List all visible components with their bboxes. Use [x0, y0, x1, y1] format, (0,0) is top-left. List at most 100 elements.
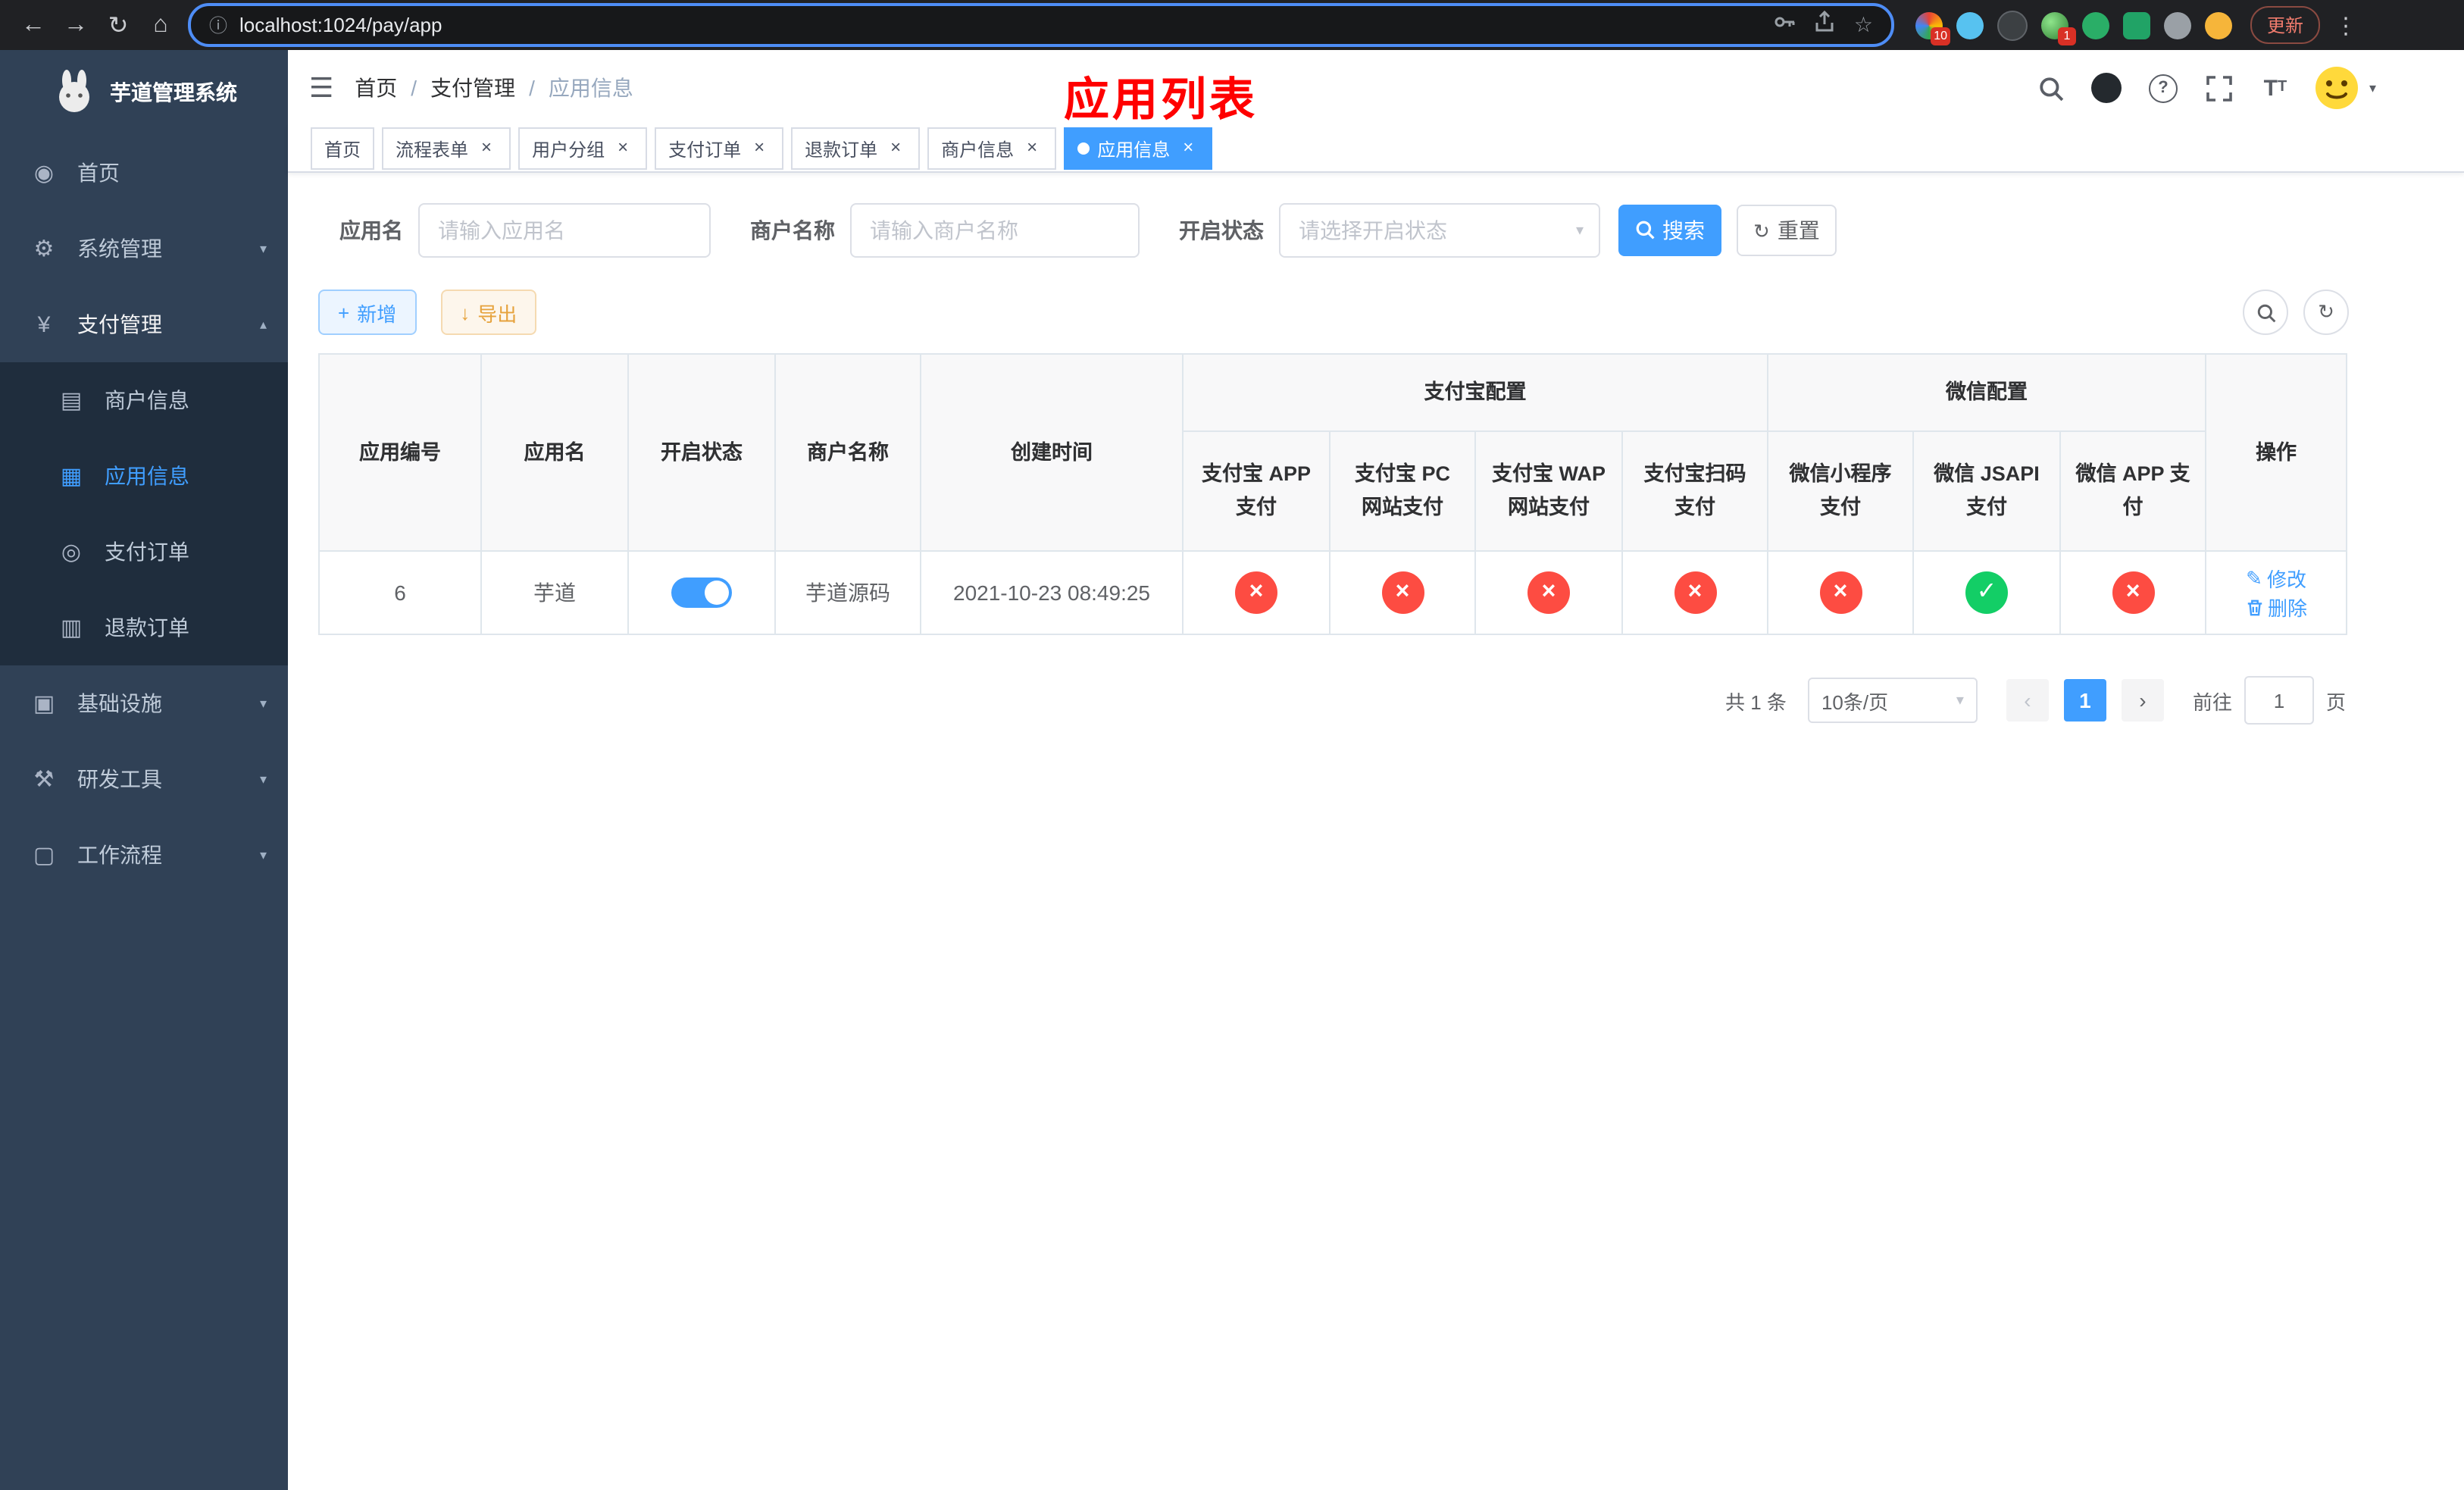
close-icon[interactable]: ×: [749, 137, 770, 159]
close-icon[interactable]: ×: [476, 137, 497, 159]
page-1-button[interactable]: 1: [2063, 679, 2106, 722]
reset-button-label: 重置: [1777, 218, 1820, 243]
status-cross-icon: ×: [1235, 571, 1277, 614]
breadcrumb-payment[interactable]: 支付管理: [430, 73, 515, 103]
sidebar-item-label: 首页: [77, 161, 120, 185]
col-group-wechat: 微信配置: [1766, 353, 2207, 432]
hamburger-icon[interactable]: ☰: [288, 72, 355, 104]
sidebar-item-system[interactable]: ⚙ 系统管理 ▾: [0, 211, 288, 286]
goto-unit-label: 页: [2325, 690, 2346, 713]
close-icon[interactable]: ×: [1177, 137, 1199, 159]
next-page-button[interactable]: ›: [2121, 679, 2164, 722]
breadcrumb-current: 应用信息: [548, 76, 633, 100]
tab-user-group[interactable]: 用户分组 ×: [518, 127, 648, 170]
cell-wechat-app: ×: [2059, 550, 2207, 635]
url-bar[interactable]: ⓘ localhost:1024/pay/app ☆: [188, 3, 1894, 47]
home-icon[interactable]: ⌂: [139, 4, 182, 46]
close-icon[interactable]: ×: [1021, 137, 1043, 159]
sidebar-item-pay-orders[interactable]: ◎ 支付订单: [0, 514, 288, 590]
cell-wechat-mini: ×: [1767, 550, 1914, 635]
col-wechat-mini: 微信小程序支付: [1767, 430, 1914, 552]
payment-submenu: ▤ 商户信息 ▦ 应用信息 ◎ 支付订单 ▥ 退款订单: [0, 362, 288, 665]
cell-merchant: 芋道源码: [774, 550, 921, 635]
col-status: 开启状态: [627, 353, 776, 552]
tab-merchant-info[interactable]: 商户信息 ×: [927, 127, 1057, 170]
avatar-image: [2315, 67, 2359, 109]
col-alipay-wap: 支付宝 WAP 网站支付: [1474, 430, 1623, 552]
sidebar-item-merchant-info[interactable]: ▤ 商户信息: [0, 362, 288, 438]
search-icon[interactable]: [2034, 71, 2068, 105]
download-icon: ↓: [460, 301, 471, 324]
sidebar-item-workflow[interactable]: ▢ 工作流程 ▾: [0, 817, 288, 893]
bookmark-star-icon[interactable]: ☆: [1854, 12, 1873, 38]
user-avatar[interactable]: ▾: [2315, 65, 2376, 111]
share-icon[interactable]: [1815, 9, 1836, 40]
chevron-down-icon: ▾: [1575, 222, 1584, 239]
fullscreen-icon[interactable]: [2203, 71, 2236, 105]
sidebar-item-label: 支付管理: [77, 312, 162, 337]
tags-view: 首页 流程表单 × 用户分组 × 支付订单 × 退款订单 × 商户信息 × 应用信息 ×: [288, 126, 2464, 173]
tab-app-info[interactable]: 应用信息 ×: [1064, 127, 1213, 170]
sidebar-item-home[interactable]: ◉ 首页: [0, 135, 288, 211]
forward-icon[interactable]: →: [55, 4, 97, 46]
app-table: 应用编号 应用名 开启状态 商户名称 创建时间 支付宝配置 微信配置 操作 支付…: [318, 353, 2348, 635]
extension-icon[interactable]: [1997, 10, 2028, 40]
url-text: localhost:1024/pay/app: [239, 14, 442, 36]
github-icon[interactable]: [2090, 71, 2124, 105]
export-button[interactable]: ↓ 导出: [440, 290, 537, 335]
tab-label: 首页: [324, 139, 361, 160]
sidebar-item-payment[interactable]: ¥ 支付管理 ▴: [0, 286, 288, 362]
delete-button[interactable]: 删除: [2245, 593, 2307, 621]
tab-pay-orders[interactable]: 支付订单 ×: [655, 127, 784, 170]
refresh-table-button[interactable]: ↻: [2303, 290, 2349, 335]
help-icon[interactable]: ?: [2147, 71, 2180, 105]
page-content: 应用名 商户名称 开启状态 请选择开启状态 ▾: [288, 173, 2464, 1490]
close-icon[interactable]: ×: [612, 137, 633, 159]
sidebar-item-infrastructure[interactable]: ▣ 基础设施 ▾: [0, 665, 288, 741]
page-size-select[interactable]: 10条/页 ▾: [1807, 678, 1978, 723]
breadcrumb-home[interactable]: 首页: [355, 73, 397, 103]
toggle-search-button[interactable]: [2243, 290, 2288, 335]
sidebar-item-label: 支付订单: [105, 540, 189, 564]
extension-icon[interactable]: 1: [2041, 11, 2076, 45]
site-info-icon[interactable]: ⓘ: [209, 12, 227, 38]
sidebar-item-app-info[interactable]: ▦ 应用信息: [0, 438, 288, 514]
extension-icon[interactable]: [2082, 11, 2109, 39]
reset-button[interactable]: ↻ 重置: [1737, 205, 1837, 256]
sidebar-item-refund-orders[interactable]: ▥ 退款订单: [0, 590, 288, 665]
pagination: 共 1 条 10条/页 ▾ ‹ 1 › 前往 页: [318, 676, 2346, 725]
breadcrumb-separator: /: [411, 76, 417, 100]
goto-page-input[interactable]: [2244, 676, 2314, 725]
font-size-icon[interactable]: TT: [2259, 71, 2292, 105]
extension-icon[interactable]: 10: [1915, 11, 1950, 45]
close-icon[interactable]: ×: [885, 137, 906, 159]
merchant-name-input[interactable]: [850, 203, 1140, 258]
page-title-annotation: 应用列表: [1064, 76, 1258, 126]
status-select[interactable]: 请选择开启状态 ▾: [1279, 203, 1600, 258]
extension-icon[interactable]: [2123, 11, 2150, 39]
tab-refund-orders[interactable]: 退款订单 ×: [791, 127, 921, 170]
app-name-input[interactable]: [418, 203, 711, 258]
back-icon[interactable]: ←: [12, 4, 55, 46]
password-key-icon[interactable]: [1774, 10, 1796, 40]
top-navbar: ☰ 首页 / 支付管理 / 应用信息 应用列表 ? TT ▾: [288, 50, 2464, 126]
extensions-puzzle-icon[interactable]: [2164, 11, 2191, 39]
edit-button[interactable]: ✎ 修改: [2246, 564, 2306, 593]
tab-process-form[interactable]: 流程表单 ×: [382, 127, 511, 170]
prev-page-button[interactable]: ‹: [2006, 679, 2049, 722]
reload-icon[interactable]: ↻: [97, 4, 139, 46]
extension-icon[interactable]: [1956, 11, 1984, 39]
tab-label: 支付订单: [668, 139, 742, 160]
app-logo[interactable]: 芋道管理系统: [0, 50, 288, 135]
status-toggle[interactable]: [671, 578, 732, 608]
tab-home[interactable]: 首页: [311, 127, 375, 170]
profile-avatar-icon[interactable]: [2205, 11, 2232, 39]
add-button[interactable]: + 新增: [318, 290, 417, 335]
sidebar-item-dev-tools[interactable]: ⚒ 研发工具 ▾: [0, 741, 288, 817]
chrome-update-button[interactable]: 更新: [2250, 6, 2321, 44]
breadcrumb: 首页 / 支付管理 / 应用信息: [355, 73, 633, 103]
delete-label: 删除: [2268, 597, 2308, 620]
search-form: 应用名 商户名称 开启状态 请选择开启状态 ▾: [318, 203, 2349, 258]
search-button[interactable]: 搜索: [1618, 205, 1721, 256]
browser-menu-icon[interactable]: ⋮: [2332, 11, 2359, 39]
